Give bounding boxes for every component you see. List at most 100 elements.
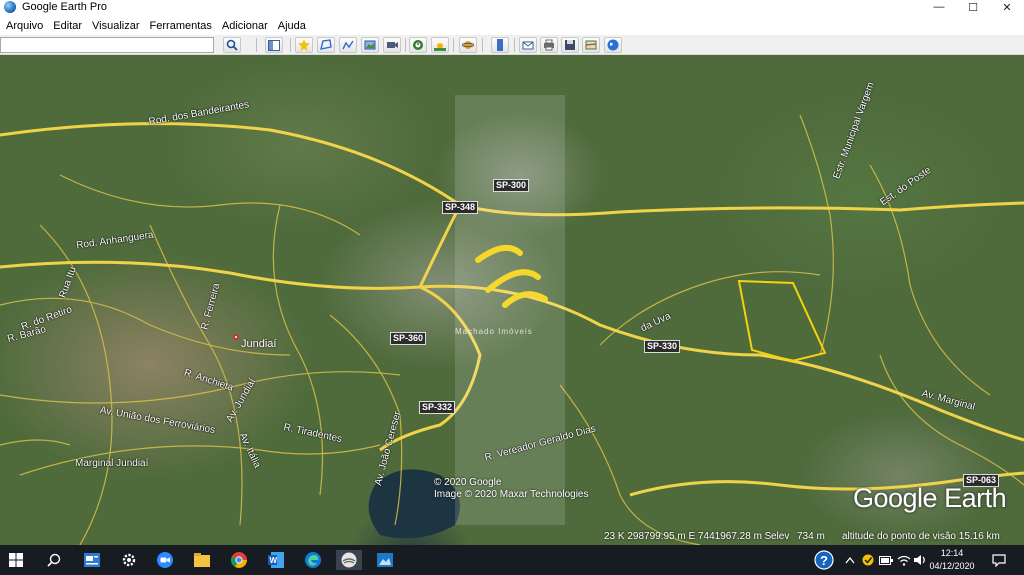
help-icon: ? <box>814 550 834 570</box>
highway-shield: SP-330 <box>644 340 681 353</box>
add-polygon-button[interactable] <box>317 37 335 53</box>
zoom-icon <box>157 552 173 568</box>
taskbar-google-earth-button[interactable] <box>336 550 362 570</box>
taskbar-zoom-button[interactable] <box>155 550 175 570</box>
map-view[interactable]: Machado Imóveis Rod. dos Bandeirantes Ro… <box>0 55 1024 545</box>
polygon-icon <box>320 39 332 50</box>
taskbar-search-button[interactable] <box>44 550 64 570</box>
city-label: Jundiaí <box>241 338 277 350</box>
google-earth-logo: Google Earth <box>853 483 1007 513</box>
windows-start-button[interactable] <box>6 550 26 570</box>
google-earth-icon <box>341 552 357 568</box>
maximize-button[interactable]: ☐ <box>956 0 990 14</box>
placemark-icon <box>298 39 310 51</box>
svg-text:W: W <box>270 556 278 565</box>
volume-icon <box>914 555 925 565</box>
toolbar-separator <box>453 38 454 52</box>
ruler-button[interactable] <box>491 37 509 53</box>
file-explorer-icon <box>194 553 210 567</box>
clock-date: 04/12/2020 <box>929 561 975 571</box>
city-marker[interactable] <box>233 334 239 340</box>
elevation-value: 734 m <box>797 531 825 542</box>
battery-icon <box>879 555 893 565</box>
taskbar-chrome-button[interactable] <box>229 550 249 570</box>
add-placemark-button[interactable] <box>295 37 313 53</box>
tray-overflow-button[interactable] <box>842 545 858 575</box>
highway-shield: SP-332 <box>419 401 456 414</box>
sunlight-icon <box>434 43 446 51</box>
maps-view-icon <box>585 40 597 50</box>
cursor-coordinates: 23 K 298799.95 m E 7441967.28 m S <box>604 531 772 542</box>
windows-start-icon <box>9 553 23 567</box>
record-tour-button[interactable] <box>383 37 401 53</box>
taskbar-clock[interactable]: 12:14 04/12/2020 <box>928 547 976 573</box>
news-icon <box>84 553 100 567</box>
print-button[interactable] <box>540 37 558 53</box>
toolbar-separator <box>514 38 515 52</box>
road-label-marginal-jundiai: Marginal Jundiaí <box>75 458 149 469</box>
toolbar-separator <box>482 38 483 52</box>
menu-adicionar[interactable]: Adicionar <box>218 20 272 32</box>
norton-icon <box>862 554 874 566</box>
earth-button[interactable] <box>604 37 622 53</box>
planets-button[interactable] <box>459 37 477 53</box>
window-title: Google Earth Pro <box>22 1 107 13</box>
tray-wifi[interactable] <box>896 545 912 575</box>
taskbar-edge-button[interactable] <box>303 550 323 570</box>
taskbar-word-button[interactable]: W <box>266 550 286 570</box>
search-input[interactable] <box>0 37 214 53</box>
tray-battery[interactable] <box>878 545 894 575</box>
taskbar-photos-button[interactable] <box>375 550 395 570</box>
watermark-text: Machado Imóveis <box>455 327 533 336</box>
eye-altitude: altitude do ponto de visão 15.16 km <box>842 531 1000 542</box>
taskbar-file-explorer-button[interactable] <box>192 550 212 570</box>
google-earth-icon <box>4 1 16 13</box>
menu-ajuda[interactable]: Ajuda <box>274 20 310 32</box>
taskbar-settings-button[interactable] <box>119 550 139 570</box>
highway-shield: SP-348 <box>442 201 479 214</box>
toolbar-separator <box>290 38 291 52</box>
close-button[interactable]: ✕ <box>990 0 1024 14</box>
search-button[interactable] <box>223 37 241 53</box>
svg-text:?: ? <box>820 553 828 568</box>
toolbar-separator <box>256 38 257 52</box>
maps-view-button[interactable] <box>582 37 600 53</box>
tray-volume[interactable] <box>912 545 928 575</box>
sunlight-button[interactable] <box>431 37 449 53</box>
menu-ferramentas[interactable]: Ferramentas <box>146 20 216 32</box>
save-image-button[interactable] <box>561 37 579 53</box>
image-overlay-icon <box>364 40 376 50</box>
taskbar-news-button[interactable] <box>82 550 102 570</box>
copyright-imagery: Image © 2020 Maxar Technologies <box>434 489 589 500</box>
word-icon: W <box>268 552 284 568</box>
email-button[interactable] <box>519 37 537 53</box>
photos-icon <box>377 553 393 567</box>
taskbar: W ? 12:14 04/12/2020 <box>0 545 1024 575</box>
title-bar: Google Earth Pro — ☐ ✕ <box>0 0 1024 14</box>
edge-icon <box>305 552 321 568</box>
path-icon <box>342 40 354 50</box>
window-controls: — ☐ ✕ <box>922 0 1024 14</box>
add-image-overlay-button[interactable] <box>361 37 379 53</box>
toolbar-separator <box>405 38 406 52</box>
highway-shield: SP-300 <box>493 179 530 192</box>
email-icon <box>522 41 534 50</box>
notifications-icon <box>992 553 1006 567</box>
property-polygon[interactable] <box>737 279 827 363</box>
historical-imagery-button[interactable] <box>409 37 427 53</box>
chrome-icon <box>231 552 247 568</box>
add-path-button[interactable] <box>339 37 357 53</box>
sidebar-toggle-button[interactable] <box>265 37 283 53</box>
print-icon <box>544 39 554 51</box>
menu-editar[interactable]: Editar <box>49 20 86 32</box>
menu-arquivo[interactable]: Arquivo <box>2 20 47 32</box>
watermark-panel <box>455 95 565 525</box>
search-icon <box>226 39 238 51</box>
minimize-button[interactable]: — <box>922 0 956 14</box>
chevron-up-icon <box>845 556 855 564</box>
menu-visualizar[interactable]: Visualizar <box>88 20 144 32</box>
highway-shield: SP-360 <box>390 332 427 345</box>
notifications-button[interactable] <box>988 545 1010 575</box>
help-button[interactable]: ? <box>813 545 835 575</box>
tray-norton[interactable] <box>860 545 876 575</box>
